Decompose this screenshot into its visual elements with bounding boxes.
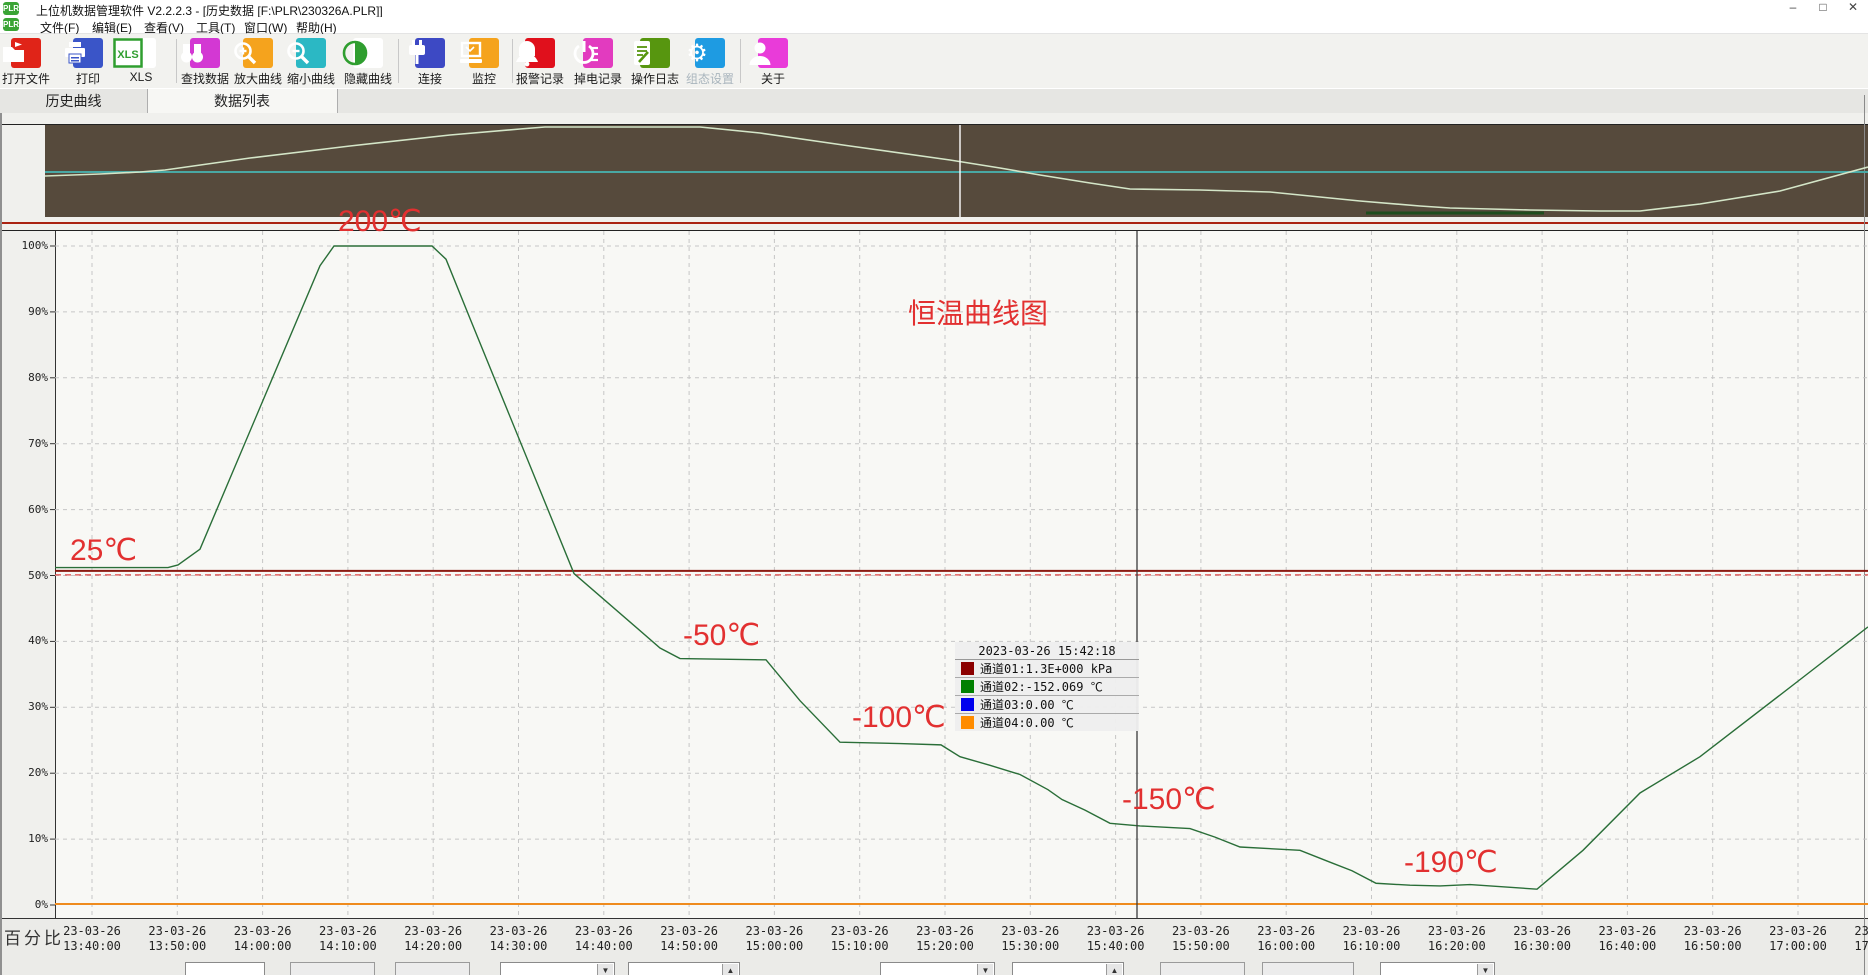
x-tick-label: 23-03-2616:30:00 <box>1502 924 1582 954</box>
dropdown-arrow-icon[interactable]: ▼ <box>597 964 613 975</box>
tooltip-row: 通道02:-152.069 ℃ <box>955 678 1139 696</box>
channel-value: 通道01:1.3E+000 kPa <box>980 660 1112 677</box>
spinner-up-icon[interactable]: ▲ <box>1106 964 1122 975</box>
chart-title: 恒温曲线图 <box>908 292 1048 332</box>
y-tick-label: 100% <box>2 239 48 252</box>
app-window: PLR 上位机数据管理软件 V2.2.2.3 - [历史数据 [F:\PLR\2… <box>0 0 1868 975</box>
y-tick-label: 10% <box>2 832 48 845</box>
bottom-select-1[interactable]: ▼ <box>500 962 615 975</box>
channel-color-swatch <box>961 698 974 711</box>
overview-curve <box>45 127 1868 211</box>
y-tick-label: 0% <box>2 898 48 911</box>
x-tick-label: 23-03-2615:30:00 <box>990 924 1070 954</box>
chart-canvas <box>0 0 1868 975</box>
annot-25c: 25℃ <box>70 533 137 568</box>
x-tick-label: 23-03-2614:40:00 <box>564 924 644 954</box>
x-tick-label: 23-03-2614:00:00 <box>223 924 303 954</box>
y-tick-label: 20% <box>2 766 48 779</box>
bottom-select-2[interactable]: ▼ <box>880 962 995 975</box>
tooltip-row: 通道03:0.00 ℃ <box>955 696 1139 714</box>
x-tick-label: 23-03-2616:00:00 <box>1246 924 1326 954</box>
tooltip-row: 通道04:0.00 ℃ <box>955 714 1139 731</box>
bottom-label-1 <box>770 962 832 975</box>
channel-value: 通道03:0.00 ℃ <box>980 696 1074 713</box>
y-tick-label: 90% <box>2 305 48 318</box>
x-tick-label: 23-03-2617:00:00 <box>1758 924 1838 954</box>
annot-m150c: -150℃ <box>1122 782 1216 817</box>
x-tick-label: 23-03-2615:10:00 <box>820 924 900 954</box>
y-tick-label: 40% <box>2 634 48 647</box>
channel-value: 通道04:0.00 ℃ <box>980 714 1074 731</box>
bottom-spinner-1[interactable]: ▲ <box>628 962 740 975</box>
bottom-button-3[interactable] <box>1160 962 1245 975</box>
y-tick-label: 50% <box>2 569 48 582</box>
spinner-up-icon[interactable]: ▲ <box>722 964 738 975</box>
x-tick-label: 23-03-2613:40:00 <box>52 924 132 954</box>
y-tick-label: 80% <box>2 371 48 384</box>
x-tick-label: 23-03-2615:50:00 <box>1161 924 1241 954</box>
x-tick-label: 23-03-2615:20:00 <box>905 924 985 954</box>
tooltip-timestamp: 2023-03-26 15:42:18 <box>955 642 1139 660</box>
x-tick-label: 23-03-2616:40:00 <box>1587 924 1667 954</box>
dropdown-arrow-icon[interactable]: ▼ <box>1477 964 1493 975</box>
bottom-button-4[interactable] <box>1262 962 1354 975</box>
y-tick-label: 30% <box>2 700 48 713</box>
annot-m50c: -50℃ <box>683 618 760 653</box>
x-tick-label: 23-03-2614:50:00 <box>649 924 729 954</box>
x-tick-label: 23-03-2616:20:00 <box>1417 924 1497 954</box>
y-tick-label: 60% <box>2 503 48 516</box>
annot-m190c: -190℃ <box>1404 845 1498 880</box>
series-通道02 <box>55 246 1868 889</box>
x-tick-label: 23-03-2615:40:00 <box>1076 924 1156 954</box>
bottom-button-1[interactable] <box>290 962 375 975</box>
dropdown-arrow-icon[interactable]: ▼ <box>977 964 993 975</box>
bottom-input-1[interactable] <box>185 962 265 975</box>
x-tick-label: 23-03-2616:10:00 <box>1332 924 1412 954</box>
bottom-button-2[interactable] <box>395 962 470 975</box>
x-tick-label: 23-03-2614:30:00 <box>479 924 559 954</box>
x-tick-label: 23-03-2615:00:00 <box>734 924 814 954</box>
channel-value: 通道02:-152.069 ℃ <box>980 678 1103 695</box>
bottom-select-3[interactable]: ▼ <box>1380 962 1495 975</box>
channel-color-swatch <box>961 662 974 675</box>
annot-m100c: -100℃ <box>852 700 946 735</box>
annot-200c: 200℃ <box>338 204 422 239</box>
channel-color-swatch <box>961 716 974 729</box>
x-tick-label: 23-03-2614:20:00 <box>393 924 473 954</box>
y-axis-title: 百分比 <box>4 924 64 949</box>
y-tick-label: 70% <box>2 437 48 450</box>
x-tick-label: 23-03-2613:50:00 <box>137 924 217 954</box>
x-tick-label: 23-03-2617:10:00 <box>1843 924 1868 954</box>
channel-color-swatch <box>961 680 974 693</box>
x-tick-label: 23-03-2616:50:00 <box>1673 924 1753 954</box>
x-tick-label: 23-03-2614:10:00 <box>308 924 388 954</box>
bottom-spinner-2[interactable]: ▲ <box>1012 962 1124 975</box>
tooltip-row: 通道01:1.3E+000 kPa <box>955 660 1139 678</box>
crosshair-tooltip: 2023-03-26 15:42:18 通道01:1.3E+000 kPa通道0… <box>955 642 1139 731</box>
